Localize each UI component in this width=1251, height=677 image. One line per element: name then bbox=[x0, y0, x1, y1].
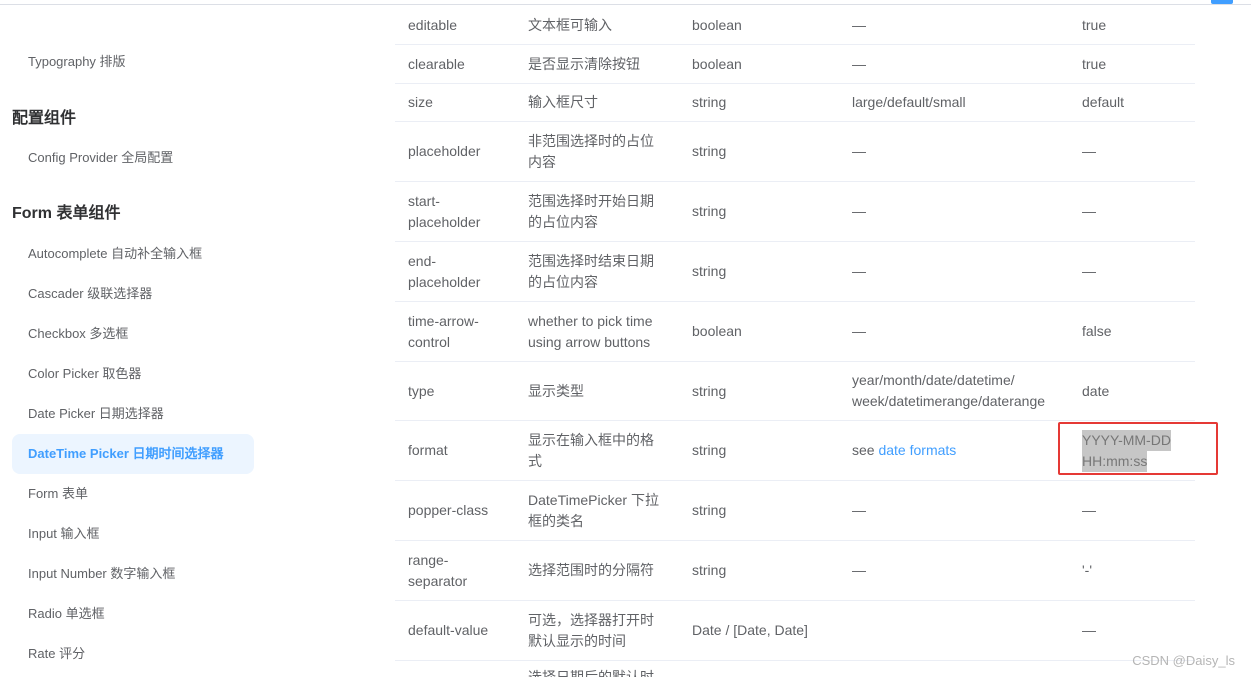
sidebar-group-form: Form 表单组件 bbox=[12, 205, 121, 222]
attr-type: string bbox=[692, 203, 727, 219]
attr-default: true bbox=[1082, 55, 1107, 72]
attr-name: start-placeholder bbox=[408, 192, 481, 230]
sidebar-item-config-provider[interactable]: Config Provider 全局配置 bbox=[12, 138, 254, 178]
attr-name: time-arrow-control bbox=[408, 312, 479, 350]
sidebar-item-color-picker[interactable]: Color Picker 取色器 bbox=[12, 354, 254, 394]
attr-description: 选择日期后的默认时 bbox=[528, 669, 654, 677]
attr-type: string bbox=[692, 382, 727, 399]
attr-default: — bbox=[1082, 203, 1096, 219]
attr-default: — bbox=[1082, 622, 1096, 638]
attr-description: 范围选择时结束日期的占位内容 bbox=[528, 252, 654, 290]
attr-accepted-values: — bbox=[852, 16, 866, 33]
table-row: editable 文本框可输入 boolean — true bbox=[395, 6, 1195, 45]
attr-name: range-separator bbox=[408, 551, 468, 589]
sidebar-item-date-picker[interactable]: Date Picker 日期选择器 bbox=[12, 394, 254, 434]
table-row: default-value 可选，选择器打开时默认显示的时间 Date / [D… bbox=[395, 601, 1195, 661]
attr-default: — bbox=[1082, 502, 1096, 518]
attr-default: default bbox=[1082, 94, 1125, 110]
attr-name: end-placeholder bbox=[408, 252, 481, 290]
attr-name: type bbox=[408, 382, 435, 399]
attr-description: 范围选择时开始日期的占位内容 bbox=[528, 192, 654, 230]
attr-type: string bbox=[692, 263, 727, 279]
attr-type: string bbox=[692, 94, 727, 110]
attr-default: — bbox=[1082, 263, 1096, 279]
sidebar-item-cascader[interactable]: Cascader 级联选择器 bbox=[12, 274, 254, 314]
attr-name: default-value bbox=[408, 622, 489, 638]
attr-accepted-values: — bbox=[852, 502, 866, 518]
date-formats-link[interactable]: date formats bbox=[878, 440, 956, 461]
sidebar-item-datetime-picker[interactable]: DateTime Picker 日期时间选择器 bbox=[12, 434, 254, 474]
attr-type: string bbox=[692, 502, 727, 518]
sidebar-item-checkbox[interactable]: Checkbox 多选框 bbox=[12, 314, 254, 354]
attr-description: 显示在输入框中的格式 bbox=[528, 431, 654, 469]
table-row: clearable 是否显示清除按钮 boolean — true bbox=[395, 45, 1195, 84]
attr-name: popper-class bbox=[408, 502, 489, 518]
attr-description: 选择范围时的分隔符 bbox=[528, 562, 654, 578]
attr-default: true bbox=[1082, 16, 1107, 33]
table-row: 选择日期后的默认时 bbox=[395, 661, 1195, 677]
attr-accepted-values bbox=[852, 601, 1067, 660]
attr-name: clearable bbox=[408, 55, 465, 72]
attr-description: 非范围选择时的占位内容 bbox=[528, 132, 654, 170]
sidebar-item-typography[interactable]: Typography 排版 bbox=[12, 42, 254, 82]
attr-name: placeholder bbox=[408, 143, 481, 159]
attr-type: Date / [Date, Date] bbox=[692, 622, 808, 638]
attr-type: string bbox=[692, 562, 727, 578]
table-row: size 输入框尺寸 string large/default/small de… bbox=[395, 84, 1195, 122]
table-row: type 显示类型 string year/month/date/datetim… bbox=[395, 362, 1195, 421]
attr-description: 是否显示清除按钮 bbox=[528, 55, 640, 72]
sidebar-item-autocomplete[interactable]: Autocomplete 自动补全输入框 bbox=[12, 234, 254, 274]
sidebar-item-radio[interactable]: Radio 单选框 bbox=[12, 594, 254, 634]
attr-default: date bbox=[1082, 382, 1110, 399]
attr-description: 输入框尺寸 bbox=[528, 94, 598, 110]
watermark: CSDN @Daisy_ls bbox=[1132, 653, 1235, 668]
attr-description: DateTimePicker 下拉框的类名 bbox=[528, 491, 659, 529]
sidebar-item-form[interactable]: Form 表单 bbox=[12, 474, 254, 514]
attr-description: whether to pick time using arrow buttons bbox=[528, 312, 653, 350]
attr-type: boolean bbox=[692, 323, 742, 339]
scroll-indicator bbox=[1211, 0, 1233, 4]
sidebar-group-config: 配置组件 bbox=[12, 110, 77, 127]
attr-default: — bbox=[1082, 143, 1096, 159]
attr-accepted-values: — bbox=[852, 323, 866, 339]
attr-default: '-' bbox=[1082, 562, 1093, 578]
table-row: time-arrow-control whether to pick time … bbox=[395, 302, 1195, 362]
attr-type: string bbox=[692, 143, 727, 159]
table-row: range-separator 选择范围时的分隔符 string — '-' bbox=[395, 541, 1195, 601]
attr-accepted-values: large/default/small bbox=[852, 94, 966, 110]
attr-description: 文本框可输入 bbox=[528, 16, 612, 33]
attr-accepted-values: — bbox=[852, 55, 866, 72]
attr-type: string bbox=[692, 442, 727, 458]
highlight-box bbox=[1058, 422, 1218, 475]
attr-default: false bbox=[1082, 323, 1112, 339]
table-row: placeholder 非范围选择时的占位内容 string — — bbox=[395, 122, 1195, 182]
attr-name: size bbox=[408, 94, 433, 110]
table-row: popper-class DateTimePicker 下拉框的类名 strin… bbox=[395, 481, 1195, 541]
attr-description: 显示类型 bbox=[528, 382, 584, 399]
sidebar-item-input-number[interactable]: Input Number 数字输入框 bbox=[12, 554, 254, 594]
attr-description: 可选，选择器打开时默认显示的时间 bbox=[528, 611, 654, 649]
attr-name: editable bbox=[408, 16, 458, 33]
see-text: see bbox=[852, 442, 875, 458]
attr-accepted-values: — bbox=[852, 203, 866, 219]
attr-accepted-values: see date formats bbox=[852, 421, 1067, 480]
attr-accepted-values: — bbox=[852, 562, 866, 578]
attr-type: boolean bbox=[692, 55, 742, 72]
sidebar-item-rate[interactable]: Rate 评分 bbox=[12, 634, 254, 674]
attr-accepted-values: — bbox=[852, 143, 866, 159]
sidebar-item-input[interactable]: Input 输入框 bbox=[12, 514, 254, 554]
table-row: start-placeholder 范围选择时开始日期的占位内容 string … bbox=[395, 182, 1195, 242]
attr-accepted-values: year/month/date/datetime/ week/datetimer… bbox=[852, 372, 1046, 409]
attr-accepted-values: — bbox=[852, 263, 866, 279]
attr-type: boolean bbox=[692, 16, 742, 33]
attr-name: format bbox=[408, 442, 448, 458]
table-row: end-placeholder 范围选择时结束日期的占位内容 string — … bbox=[395, 242, 1195, 302]
sidebar: Typography 排版 配置组件 Config Provider 全局配置 … bbox=[0, 0, 270, 677]
